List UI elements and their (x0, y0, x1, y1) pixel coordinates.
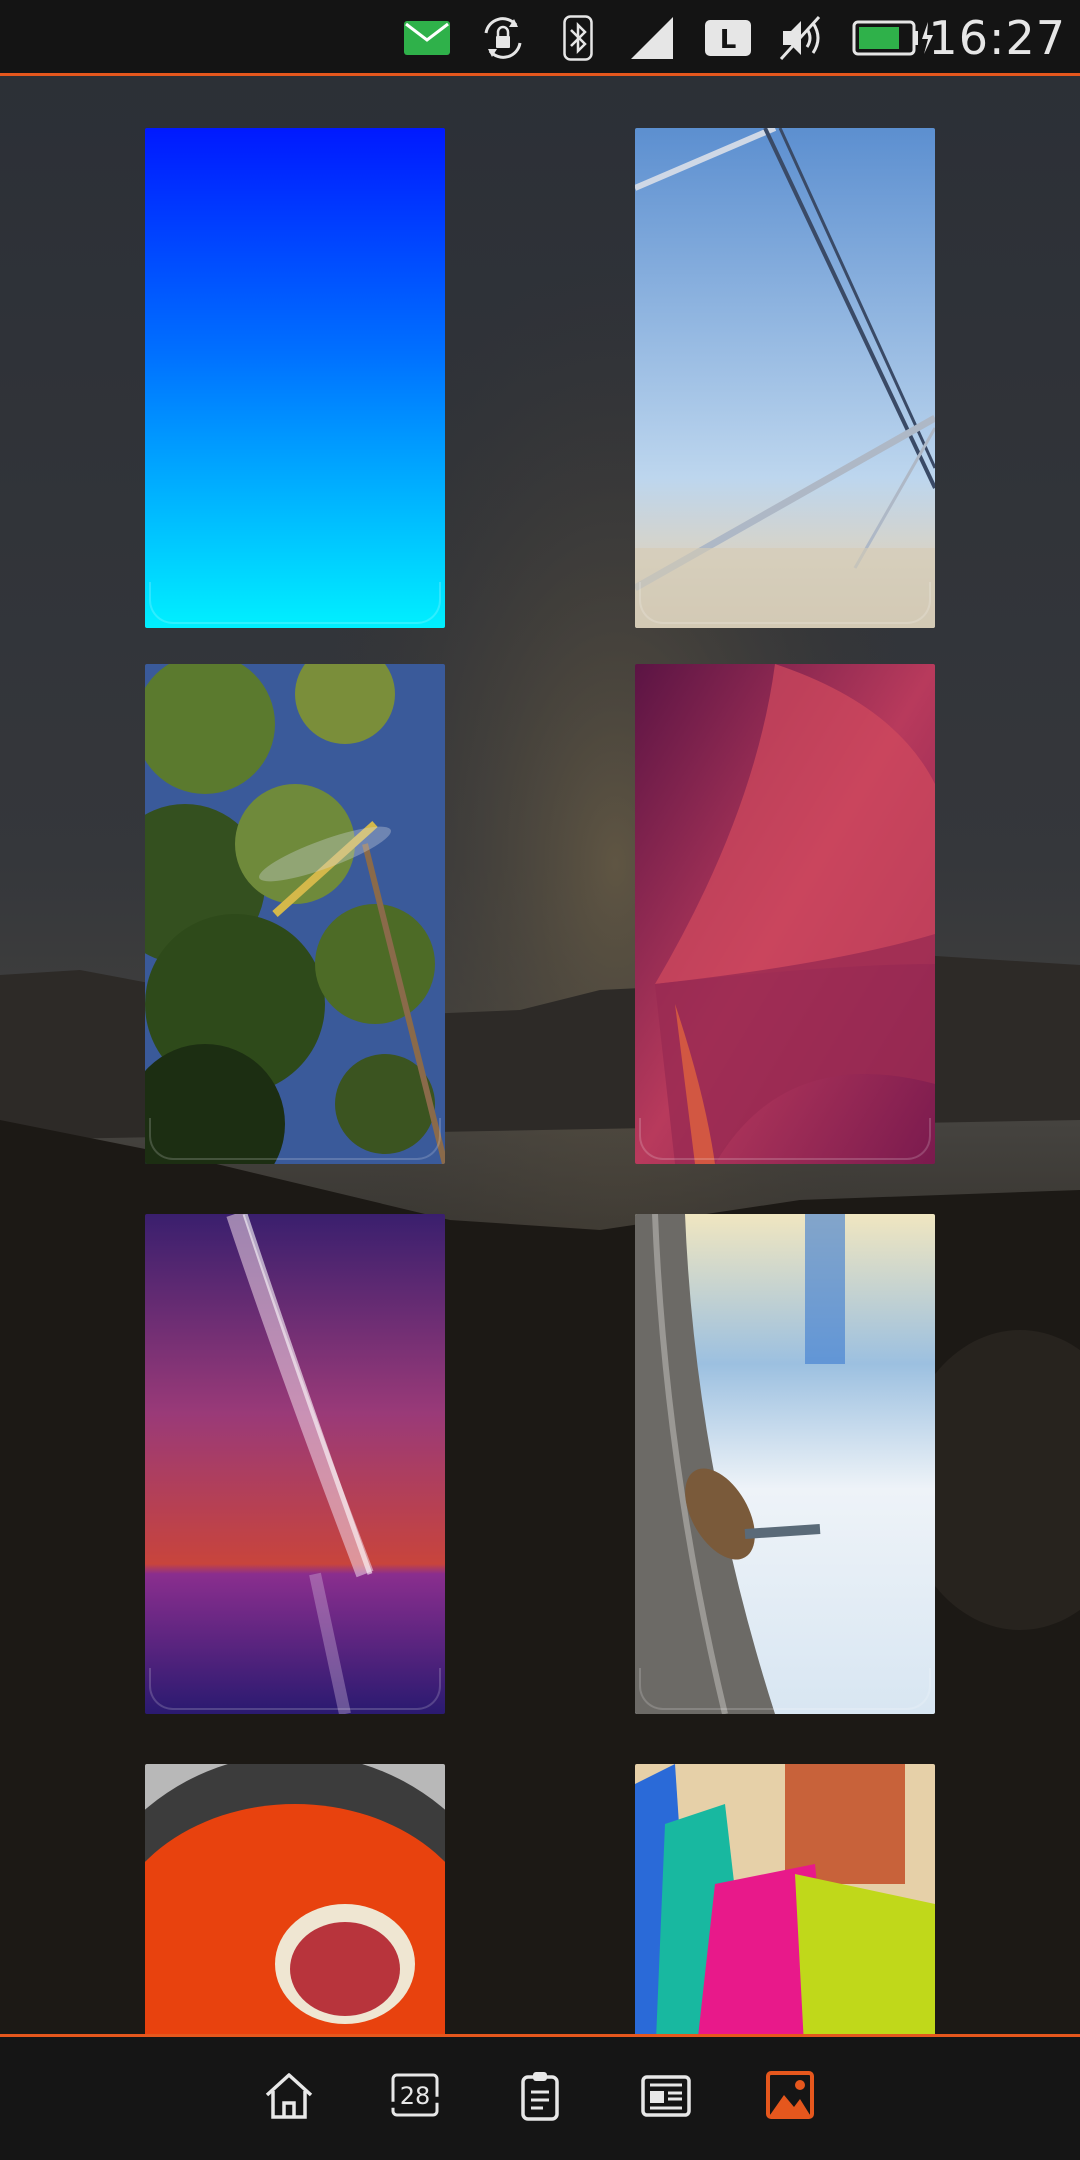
wallpaper-sky-cables[interactable] (635, 128, 935, 628)
wallpaper-colored-threads[interactable] (635, 1764, 935, 2034)
calendar-icon[interactable]: 28 (385, 2065, 445, 2125)
screen-rotation-lock-icon (476, 14, 530, 62)
status-bar: L 16:27 (0, 0, 1080, 76)
lte-label: L (720, 25, 737, 55)
cell-signal-icon (628, 14, 676, 62)
wallpaper-dragonfly-leaves[interactable] (145, 664, 445, 1164)
clock-time: 16:27 (928, 11, 1066, 65)
bottom-nav-bar: 28 (0, 2034, 1080, 2160)
home-icon[interactable] (259, 2065, 319, 2125)
wallpaper-fig-plate[interactable] (145, 1764, 445, 2034)
battery-charging-icon (852, 14, 934, 62)
wallpaper-milky-way[interactable] (145, 1214, 445, 1714)
lte-icon: L (704, 14, 752, 62)
wallpaper-gallery-grid (0, 79, 1080, 2034)
bluetooth-icon (560, 14, 596, 62)
wallpaper-blue-gradient[interactable] (145, 128, 445, 628)
news-icon[interactable] (636, 2065, 696, 2125)
mail-icon (402, 14, 452, 62)
clipboard-icon[interactable] (510, 2065, 570, 2125)
mute-icon (778, 14, 826, 62)
wallpaper-magenta-abstract[interactable] (635, 664, 935, 1164)
calendar-date-label: 28 (400, 2082, 431, 2110)
wallpaper-nuthatch-bird[interactable] (635, 1214, 935, 1714)
gallery-icon[interactable] (760, 2065, 820, 2125)
